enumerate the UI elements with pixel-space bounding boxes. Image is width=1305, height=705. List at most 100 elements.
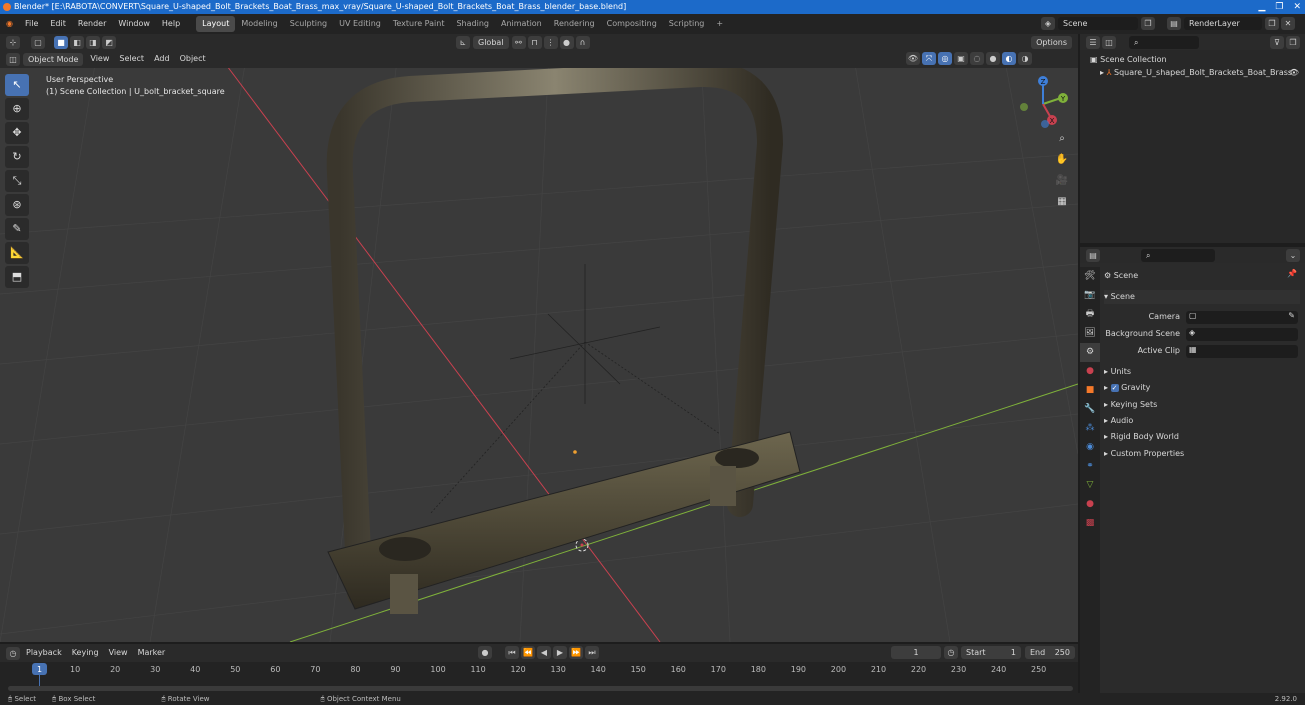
- scene-collection-row[interactable]: ▣ Scene Collection: [1090, 53, 1295, 66]
- viewport-menu-add[interactable]: Add: [149, 51, 175, 67]
- renderlayer-icon[interactable]: ▤: [1167, 17, 1181, 30]
- select-invert-icon[interactable]: ◩: [102, 35, 116, 49]
- properties-options-icon[interactable]: ⌄: [1286, 248, 1300, 262]
- tab-data-icon[interactable]: ▽: [1080, 476, 1100, 495]
- options-dropdown[interactable]: Options: [1031, 36, 1072, 49]
- menu-help[interactable]: Help: [156, 14, 186, 34]
- measure-tool-icon[interactable]: 📐: [5, 242, 29, 264]
- overlays-icon[interactable]: ◎: [938, 52, 952, 65]
- rotate-tool-icon[interactable]: ↻: [5, 146, 29, 168]
- tab-sculpting[interactable]: Sculpting: [284, 16, 333, 32]
- filter-icon[interactable]: ⊽: [1270, 35, 1284, 49]
- tab-world-icon[interactable]: ●: [1080, 362, 1100, 381]
- tab-layout[interactable]: Layout: [196, 16, 236, 32]
- cursor-tool-icon[interactable]: ⊕: [5, 98, 29, 120]
- section-custom-properties[interactable]: ▸ Custom Properties: [1104, 447, 1184, 461]
- blender-menu-icon[interactable]: ◉: [0, 14, 19, 34]
- xray-icon[interactable]: ▣: [954, 52, 968, 65]
- outliner-display-mode-icon[interactable]: ◫: [1102, 35, 1116, 49]
- pivot-point-icon[interactable]: ⚯: [511, 36, 526, 49]
- background-scene-field[interactable]: ◈: [1186, 328, 1298, 341]
- scene-field[interactable]: Scene: [1058, 17, 1138, 30]
- tab-compositing[interactable]: Compositing: [601, 16, 663, 32]
- menu-render[interactable]: Render: [72, 14, 112, 34]
- section-rigid-body-world[interactable]: ▸ Rigid Body World: [1104, 430, 1179, 444]
- new-collection-icon[interactable]: ❐: [1286, 35, 1300, 49]
- minimize-icon[interactable]: ▁: [1258, 0, 1265, 14]
- shading-rendered-icon[interactable]: ◑: [1018, 52, 1032, 65]
- tab-render-icon[interactable]: 📷: [1080, 286, 1100, 305]
- outliner-item[interactable]: ▸ ⅄ Square_U_shaped_Bolt_Brackets_Boat_B…: [1090, 66, 1299, 79]
- active-clip-field[interactable]: ▦: [1186, 345, 1298, 358]
- menu-file[interactable]: File: [19, 14, 44, 34]
- renderlayer-field[interactable]: RenderLayer: [1184, 17, 1262, 30]
- close-icon[interactable]: ✕: [1293, 0, 1301, 14]
- zoom-icon[interactable]: ⌕: [1053, 130, 1071, 148]
- proportional-editing-icon[interactable]: ●: [559, 36, 574, 49]
- snap-target-icon[interactable]: ⋮: [543, 36, 558, 49]
- section-units[interactable]: ▸ Units: [1104, 365, 1131, 379]
- tab-output-icon[interactable]: 🖶: [1080, 305, 1100, 324]
- add-workspace-icon[interactable]: +: [710, 16, 729, 32]
- tab-constraints-icon[interactable]: ⚭: [1080, 457, 1100, 476]
- editor-type-icon[interactable]: ⊹: [6, 35, 20, 49]
- shading-wireframe-icon[interactable]: ◌: [970, 52, 984, 65]
- shading-material-icon[interactable]: ◐: [1002, 52, 1016, 65]
- eyedropper-icon[interactable]: ✎: [1288, 311, 1295, 320]
- new-scene-icon[interactable]: ❐: [1141, 17, 1155, 30]
- eye-icon[interactable]: 👁: [1289, 66, 1299, 79]
- select-subtract-icon[interactable]: ◨: [86, 35, 100, 49]
- mode-dropdown[interactable]: Object Mode: [23, 52, 84, 66]
- select-tool-icon[interactable]: ↖: [5, 74, 29, 96]
- tab-modifier-icon[interactable]: 🔧: [1080, 400, 1100, 419]
- menu-window[interactable]: Window: [112, 14, 156, 34]
- add-cube-tool-icon[interactable]: ⬒: [5, 266, 29, 288]
- pin-icon[interactable]: 📌: [1287, 269, 1297, 278]
- tab-uv-editing[interactable]: UV Editing: [333, 16, 387, 32]
- annotate-tool-icon[interactable]: ✎: [5, 218, 29, 240]
- section-gravity[interactable]: ▸ ✓ Gravity: [1104, 381, 1150, 395]
- tab-texture-icon[interactable]: ▩: [1080, 514, 1100, 533]
- tab-shading[interactable]: Shading: [450, 16, 495, 32]
- outliner-search-input[interactable]: ⌕: [1129, 35, 1199, 49]
- transform-orientation-icon[interactable]: ⊾: [456, 36, 470, 49]
- tab-rendering[interactable]: Rendering: [548, 16, 601, 32]
- viewport-scene[interactable]: [0, 34, 1078, 642]
- tab-physics-icon[interactable]: ◉: [1080, 438, 1100, 457]
- navigation-gizmo[interactable]: Y X Z: [1015, 76, 1071, 132]
- 3d-viewport[interactable]: ⊹ ▢ ■ ◧ ◨ ◩ ⊾ Global ⚯ ⊓ ⋮ ● ∩ Options ◫…: [0, 34, 1078, 642]
- scene-selector-icon[interactable]: ◈: [1041, 17, 1055, 30]
- camera-view-icon[interactable]: 🎥: [1053, 172, 1071, 190]
- scale-tool-icon[interactable]: ⤡: [5, 170, 29, 192]
- gizmo-icon[interactable]: ⤧: [922, 52, 936, 65]
- tab-scripting[interactable]: Scripting: [663, 16, 711, 32]
- tab-object-icon[interactable]: ■: [1080, 381, 1100, 400]
- tab-view-layer-icon[interactable]: 🖼: [1080, 324, 1100, 343]
- outliner-editor-icon[interactable]: ☰: [1086, 35, 1100, 49]
- tab-modeling[interactable]: Modeling: [235, 16, 283, 32]
- tab-scene-icon[interactable]: ⚙: [1080, 343, 1100, 362]
- tab-particles-icon[interactable]: ⁂: [1080, 419, 1100, 438]
- remove-renderlayer-icon[interactable]: ✕: [1281, 17, 1295, 30]
- shading-solid-icon[interactable]: ●: [986, 52, 1000, 65]
- falloff-icon[interactable]: ∩: [575, 36, 590, 49]
- snap-icon[interactable]: ⊓: [527, 36, 542, 49]
- viewport-menu-view[interactable]: View: [85, 51, 114, 67]
- section-audio[interactable]: ▸ Audio: [1104, 414, 1133, 428]
- tab-animation[interactable]: Animation: [495, 16, 548, 32]
- tab-tool-icon[interactable]: 🛠: [1080, 267, 1100, 286]
- maximize-icon[interactable]: ❐: [1275, 0, 1283, 14]
- object-mode-icon[interactable]: ◫: [6, 52, 20, 66]
- ortho-grid-icon[interactable]: ▦: [1053, 193, 1071, 211]
- select-extend-icon[interactable]: ◧: [70, 35, 84, 49]
- viewport-menu-select[interactable]: Select: [114, 51, 149, 67]
- properties-editor-icon[interactable]: ▤: [1086, 248, 1100, 262]
- section-keying-sets[interactable]: ▸ Keying Sets: [1104, 398, 1157, 412]
- tab-material-icon[interactable]: ●: [1080, 495, 1100, 514]
- select-box-mode-icon[interactable]: ▢: [31, 35, 45, 49]
- move-tool-icon[interactable]: ✥: [5, 122, 29, 144]
- select-new-icon[interactable]: ■: [54, 35, 68, 49]
- transform-orientation-dropdown[interactable]: Global: [473, 36, 509, 49]
- tab-texture-paint[interactable]: Texture Paint: [387, 16, 451, 32]
- gravity-checkbox[interactable]: ✓: [1110, 384, 1119, 392]
